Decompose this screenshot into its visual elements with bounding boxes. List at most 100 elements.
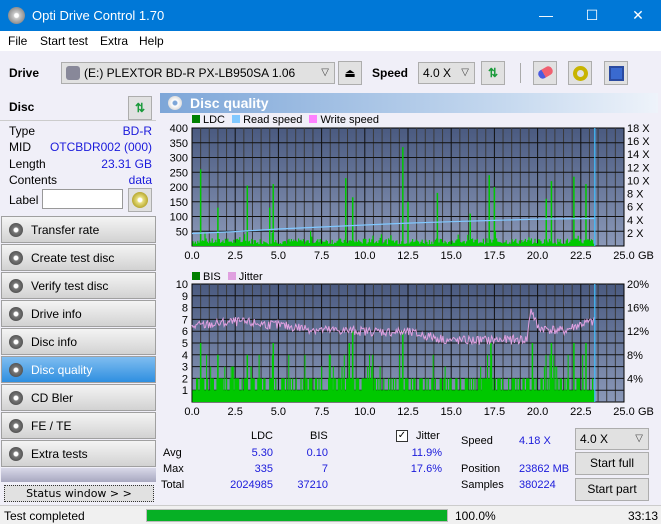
settings-button[interactable] bbox=[568, 61, 592, 85]
nav-disc-info[interactable]: Disc info bbox=[1, 328, 156, 355]
position-value: 23862 MB bbox=[519, 463, 570, 475]
nav-verify-test-disc[interactable]: Verify test disc bbox=[1, 272, 156, 299]
panel-header: Disc quality bbox=[160, 93, 658, 113]
progress-text: 100.0% bbox=[455, 509, 496, 523]
chevron-down-icon: ▽ bbox=[635, 433, 643, 444]
y-tick-label: 400 bbox=[170, 123, 188, 135]
nav-transfer-rate[interactable]: Transfer rate bbox=[1, 216, 156, 243]
col-ldc: LDC bbox=[251, 430, 274, 442]
x-tick-label: 25.0 bbox=[613, 406, 634, 418]
samples-value: 380224 bbox=[519, 479, 556, 491]
jitter-label: Jitter bbox=[416, 430, 440, 442]
y-tick-label: 1 bbox=[182, 385, 188, 397]
y2-tick-label: 18 X bbox=[627, 123, 650, 135]
test-speed-select[interactable]: 4.0 X ▽ bbox=[575, 428, 649, 450]
x-tick-label: 5.0 bbox=[271, 250, 286, 262]
nav-drive-info[interactable]: Drive info bbox=[1, 300, 156, 327]
nav-create-test-disc[interactable]: Create test disc bbox=[1, 244, 156, 271]
status-window-button[interactable]: Status window > > bbox=[4, 485, 154, 502]
title-bar: Opti Drive Control 1.70 — ☐ ✕ bbox=[0, 0, 661, 31]
speed-value: 4.18 X bbox=[519, 435, 551, 447]
refresh-arrows-icon: ⇅ bbox=[487, 66, 499, 80]
avg-bis: 0.10 bbox=[306, 447, 328, 459]
x-tick-label: 10.0 bbox=[354, 250, 375, 262]
main-panel: Disc quality LDC Read speed Write speed … bbox=[158, 93, 661, 505]
drive-select[interactable]: (E:) PLEXTOR BD-R PX-LB950SA 1.06 ▽ bbox=[61, 62, 335, 84]
minimize-button[interactable]: — bbox=[523, 0, 569, 31]
nav-label: Create test disc bbox=[31, 251, 115, 265]
nav-label: Disc quality bbox=[31, 363, 93, 377]
start-full-button[interactable]: Start full bbox=[575, 452, 649, 475]
create-disc-icon bbox=[9, 251, 23, 265]
nav-fe-te[interactable]: FE / TE bbox=[1, 412, 156, 439]
status-bar: Test completed 100.0% 33:13 bbox=[0, 505, 661, 524]
disc-info-icon bbox=[9, 335, 23, 349]
y-tick-label: 100 bbox=[170, 212, 188, 224]
progress-fill bbox=[147, 510, 447, 521]
samples-label: Samples bbox=[461, 479, 504, 491]
menu-start-test[interactable]: Start test bbox=[40, 34, 88, 48]
floppy-disk-icon bbox=[609, 66, 624, 81]
y-tick-label: 8 bbox=[182, 303, 188, 315]
y-tick-label: 10 bbox=[176, 279, 188, 291]
x-tick-label: 20.0 bbox=[527, 250, 548, 262]
progress-bar bbox=[146, 509, 448, 522]
avg-jitter: 11.9% bbox=[411, 447, 442, 459]
refresh-arrows-icon: ⇅ bbox=[134, 101, 146, 115]
y-tick-label: 6 bbox=[182, 326, 188, 338]
bis-bars bbox=[192, 378, 595, 402]
fe-te-icon bbox=[9, 419, 23, 433]
y-tick-label: 4 bbox=[182, 350, 188, 362]
erase-button[interactable] bbox=[533, 61, 557, 85]
x-axis-unit: GB bbox=[638, 406, 654, 418]
start-part-button[interactable]: Start part bbox=[575, 478, 649, 501]
y2-tick-label: 20% bbox=[627, 279, 649, 291]
bis-chart: 12345678910 4% 8% 12% 16% 20% 0.0 2.5 5.0 7.5 10.0… bbox=[176, 279, 654, 418]
refresh-button[interactable]: ⇅ bbox=[481, 61, 505, 85]
save-button[interactable] bbox=[604, 61, 628, 85]
disc-icon bbox=[132, 192, 148, 208]
close-button[interactable]: ✕ bbox=[615, 0, 661, 31]
menu-file[interactable]: File bbox=[8, 34, 27, 48]
gears-icon bbox=[573, 66, 588, 81]
jitter-checkbox[interactable]: ✓ bbox=[396, 430, 408, 442]
max-ldc: 335 bbox=[254, 463, 273, 475]
y2-tick-label: 10 X bbox=[627, 175, 650, 187]
cd-bler-icon bbox=[9, 391, 23, 405]
menu-bar: File Start test Extra Help bbox=[0, 31, 661, 51]
info-value: OTCBDR002 (000) bbox=[49, 140, 152, 154]
eject-icon: ⏏ bbox=[344, 66, 356, 80]
eject-button[interactable]: ⏏ bbox=[338, 61, 362, 85]
y-tick-label: 350 bbox=[170, 138, 188, 150]
maximize-button[interactable]: ☐ bbox=[569, 0, 615, 31]
menu-help[interactable]: Help bbox=[139, 34, 164, 48]
nav-label: Disc info bbox=[31, 335, 78, 349]
drive-icon bbox=[66, 66, 80, 80]
row-label: Total bbox=[161, 479, 185, 491]
speed-select[interactable]: 4.0 X ▽ bbox=[418, 62, 475, 84]
nav-disc-quality[interactable]: Disc quality bbox=[1, 356, 156, 383]
nav-cd-bler[interactable]: CD Bler bbox=[1, 384, 156, 411]
y-tick-label: 7 bbox=[182, 314, 188, 326]
row-label: Avg bbox=[163, 447, 182, 459]
nav-filler bbox=[1, 468, 156, 482]
nav-label: Verify test disc bbox=[31, 279, 109, 293]
x-tick-label: 22.5 bbox=[570, 250, 591, 262]
x-tick-label: 25.0 bbox=[613, 250, 634, 262]
app-disc-icon bbox=[8, 7, 25, 24]
y2-tick-label: 14 X bbox=[627, 149, 650, 161]
elapsed-time: 33:13 bbox=[628, 509, 659, 523]
label-input[interactable] bbox=[42, 189, 123, 209]
total-ldc: 2024985 bbox=[230, 479, 273, 491]
menu-extra[interactable]: Extra bbox=[100, 34, 128, 48]
test-speed-value: 4.0 X bbox=[580, 432, 609, 446]
y-tick-label: 50 bbox=[176, 226, 188, 238]
nav-extra-tests[interactable]: Extra tests bbox=[1, 440, 156, 467]
x-tick-label: 22.5 bbox=[570, 406, 591, 418]
label-disc-button[interactable] bbox=[128, 188, 152, 212]
disc-refresh-button[interactable]: ⇅ bbox=[128, 96, 152, 120]
panel-title: Disc quality bbox=[190, 95, 269, 111]
drive-select-value: (E:) PLEXTOR BD-R PX-LB950SA 1.06 bbox=[84, 66, 296, 80]
verify-disc-icon bbox=[9, 279, 23, 293]
y2-tick-label: 8% bbox=[627, 350, 643, 362]
